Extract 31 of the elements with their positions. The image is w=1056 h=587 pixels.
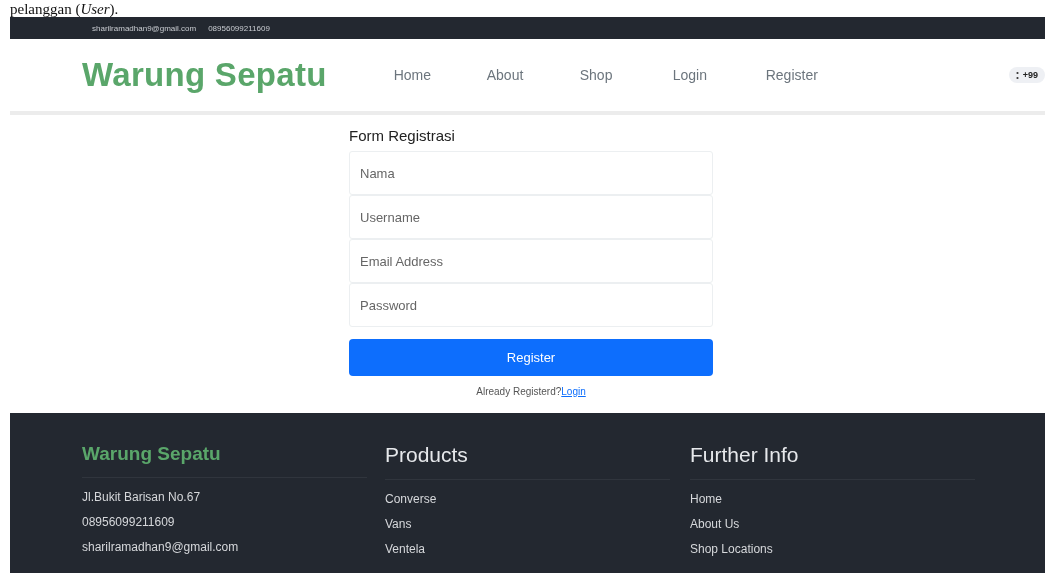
login-prompt: Already Registerd?	[476, 386, 562, 397]
nav-link[interactable]: Shop	[579, 67, 673, 83]
nav-link[interactable]: Register	[765, 67, 859, 83]
login-link[interactable]: Login	[561, 386, 586, 397]
contact-phone: 08956099211609	[208, 23, 270, 33]
contact-email: sharilramadhan9@gmail.com	[92, 23, 197, 33]
nav-link[interactable]: Home	[393, 67, 487, 83]
footer-brand: Warung Sepatu	[82, 443, 367, 478]
document-caption: pelanggan (User).	[10, 1, 119, 17]
footer-contact: sharilramadhan9@gmail.com	[82, 540, 240, 556]
footer-link[interactable]: Shop Locations	[690, 542, 975, 567]
input-field[interactable]: Nama	[349, 151, 713, 195]
footer-link[interactable]: Ventela	[385, 542, 670, 567]
site-logo[interactable]: Warung Sepatu	[82, 56, 394, 94]
footer-contact: Jl.Bukit Barisan No.67	[82, 490, 202, 506]
footer-heading: Products	[385, 443, 670, 480]
dots-icon	[1015, 70, 1019, 80]
register-button[interactable]: Register	[349, 339, 713, 376]
input-field[interactable]: Email Address	[349, 239, 713, 283]
footer-heading: Further Info	[690, 443, 975, 480]
footer-contact: 08956099211609	[82, 515, 176, 531]
input-field[interactable]: Username	[349, 195, 713, 239]
nav-link[interactable]: About	[486, 67, 580, 83]
footer-link[interactable]: Vans	[385, 517, 670, 542]
footer-link[interactable]: About Us	[690, 517, 975, 542]
footer-link[interactable]: Converse	[385, 492, 670, 517]
input-field[interactable]: Password	[349, 283, 713, 327]
form-title: Form Registrasi	[349, 127, 456, 144]
cart-badge[interactable]: +99	[1008, 67, 1045, 83]
footer-link[interactable]: Home	[690, 492, 975, 517]
nav-link[interactable]: Login	[672, 67, 766, 83]
